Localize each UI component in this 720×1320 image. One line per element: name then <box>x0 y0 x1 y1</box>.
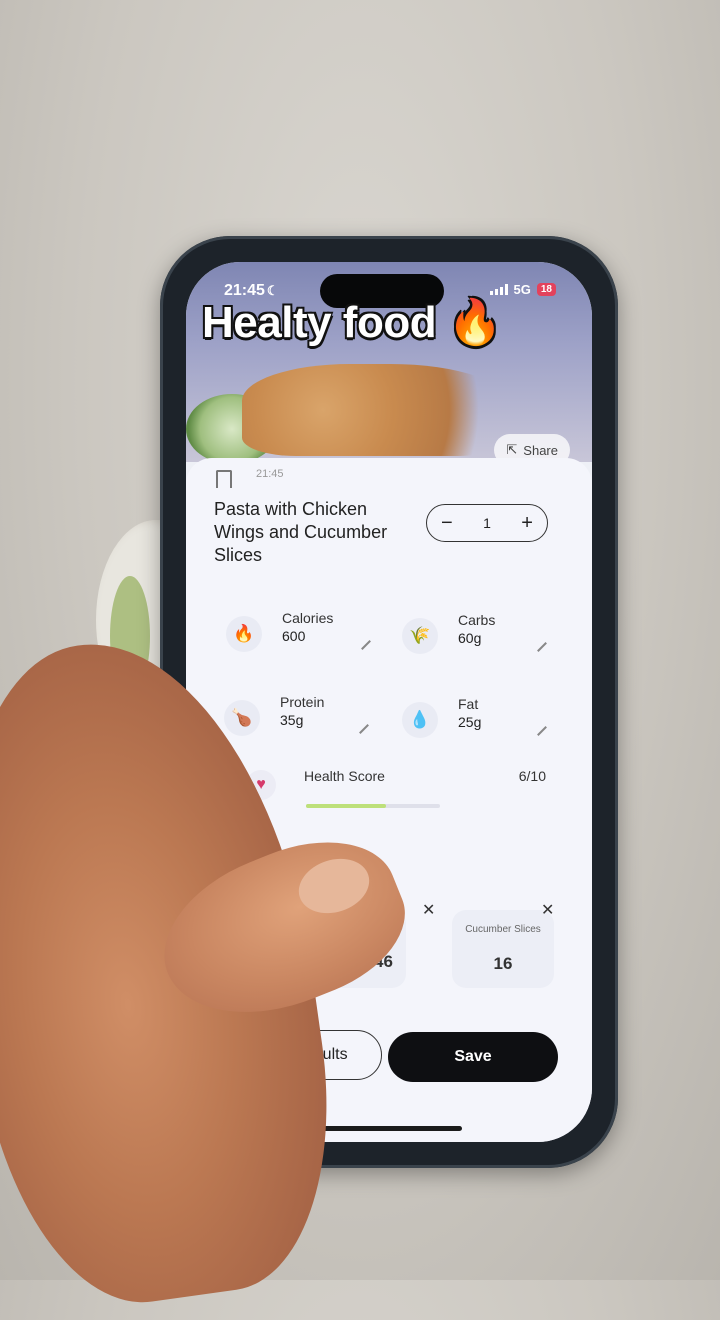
ingredient-value: 16 <box>493 954 513 973</box>
protein-label: Protein <box>280 694 325 710</box>
edit-fat-icon[interactable] <box>537 726 547 736</box>
health-score-label: Health Score <box>304 768 385 784</box>
calories-label: Calories <box>282 610 334 626</box>
increment-button[interactable]: + <box>521 512 533 535</box>
health-score-value: 6/10 <box>518 768 546 784</box>
battery-icon: 18 <box>536 283 556 296</box>
carbs-value: 60g <box>458 630 482 646</box>
remove-ingredient-icon[interactable]: ✕ <box>541 900 554 920</box>
fat-label: Fat <box>458 696 479 712</box>
share-label: Share <box>523 442 558 458</box>
health-score-fill <box>306 804 387 808</box>
video-caption: Healty food 🔥 <box>202 298 503 347</box>
edit-carbs-icon[interactable] <box>537 642 547 652</box>
fat-card[interactable]: 💧 Fat 25g <box>402 696 562 750</box>
flame-icon: 🔥 <box>226 616 262 652</box>
edit-calories-icon[interactable] <box>361 640 371 650</box>
carbs-label: Carbs <box>458 612 496 628</box>
quantity-stepper: − 1 + <box>426 504 548 542</box>
calories-card[interactable]: 🔥 Calories 600 <box>226 610 386 664</box>
save-button[interactable]: Save <box>388 1032 558 1082</box>
ingredient-card[interactable]: Cucumber Slices 16 <box>452 910 554 988</box>
decrement-button[interactable]: − <box>441 512 453 535</box>
meal-time: 21:45 <box>256 468 284 480</box>
home-indicator <box>314 1126 462 1131</box>
protein-value: 35g <box>280 712 304 728</box>
health-score-bar <box>306 804 440 808</box>
droplet-icon: 💧 <box>402 702 438 738</box>
share-icon: ⇱ <box>506 442 518 457</box>
signal-icon <box>489 284 508 295</box>
meal-title: Pasta with Chicken Wings and Cucumber Sl… <box>214 499 388 565</box>
carbs-card[interactable]: 🌾 Carbs 60g <box>402 612 562 666</box>
drumstick-icon: 🍗 <box>224 700 260 736</box>
wheat-icon: 🌾 <box>402 618 438 654</box>
ingredient-name: Cucumber Slices <box>465 924 541 935</box>
health-score-card: ♥ Health Score 6/10 <box>226 758 546 818</box>
calories-value: 600 <box>282 628 306 644</box>
edit-protein-icon[interactable] <box>359 724 369 734</box>
bookmark-icon[interactable] <box>216 470 232 494</box>
protein-card[interactable]: 🍗 Protein 35g <box>224 694 384 748</box>
remove-ingredient-icon[interactable]: ✕ <box>422 900 435 920</box>
pasta-in-photo <box>242 364 512 456</box>
fat-value: 25g <box>458 714 482 730</box>
network-label: 5G <box>513 282 531 297</box>
quantity-value: 1 <box>483 515 491 531</box>
status-indicators: 5G 18 <box>489 282 556 297</box>
